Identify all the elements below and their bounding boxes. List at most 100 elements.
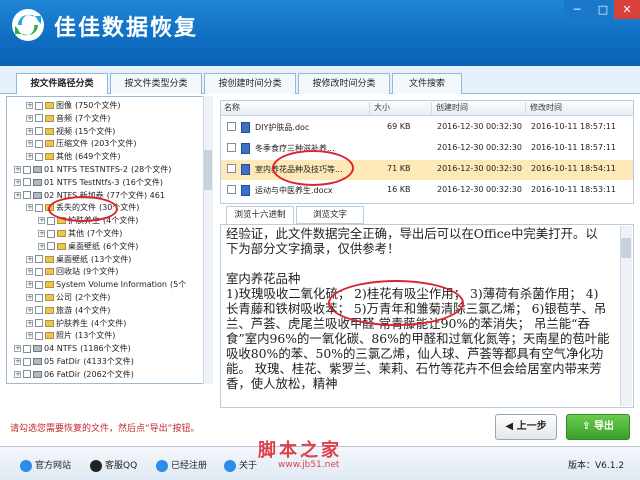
tree-checkbox[interactable] [35,127,43,136]
tree-checkbox[interactable] [35,319,43,328]
preview-scroll-thumb[interactable] [621,238,631,258]
expand-toggle-icon[interactable]: + [26,268,33,276]
tree-item[interactable]: + 桌面壁纸 (13个文件) [26,254,131,265]
tree-checkbox[interactable] [23,178,31,187]
previous-step-button[interactable]: ◀ 上一步 [495,414,557,440]
tree-item[interactable]: + 照片 (13个文件) [26,330,115,341]
expand-toggle-icon[interactable]: + [26,332,33,340]
tree-checkbox[interactable] [23,344,31,353]
column-size[interactable]: 大小 [374,102,432,116]
tree-checkbox[interactable] [47,216,55,225]
tree-checkbox[interactable] [23,165,31,174]
expand-toggle-icon[interactable]: + [26,153,33,161]
expand-toggle-icon[interactable]: + [26,204,33,212]
tree-item[interactable]: + 其他 (7个文件) [38,228,122,239]
tree-item[interactable]: +01 NTFS TestNtfs-3 (16个文件) [14,177,163,188]
tab-file-search[interactable]: 文件搜索 [392,73,462,95]
tree-item[interactable]: + 压缩文件 (203个文件) [26,138,137,149]
support-qq-link[interactable]: 客服QQ [90,458,137,472]
tree-item-label: 公司 [56,293,72,302]
file-checkbox[interactable] [227,122,236,131]
expand-toggle-icon[interactable]: + [14,345,21,353]
tree-item[interactable]: +05 FatDir (4133个文件) [14,356,134,367]
tree-checkbox[interactable] [47,242,55,251]
folder-icon [45,268,54,276]
tree-item[interactable]: + 视频 (15个文件) [26,126,115,137]
file-checkbox[interactable] [227,185,236,194]
maximize-button[interactable]: □ [590,0,616,19]
tree-checkbox[interactable] [35,101,43,110]
file-row[interactable]: DIY护肤品.doc 69 KB 2016-12-30 00:32:30 2016-1… [221,118,633,138]
file-checkbox[interactable] [227,143,236,152]
expand-toggle-icon[interactable]: + [14,370,21,378]
expand-toggle-icon[interactable]: + [26,319,33,327]
tab-preview-text[interactable]: 浏览文字 [296,206,364,224]
column-created[interactable]: 创建时间 [436,102,526,116]
expand-toggle-icon[interactable]: + [26,114,33,122]
official-site-link[interactable]: 官方网站 [20,458,71,472]
tree-item-count: (6个文件) [103,241,139,251]
tree-checkbox[interactable] [35,280,43,289]
about-link[interactable]: 关于 [224,458,257,472]
tree-checkbox[interactable] [35,331,43,340]
tree-item-label: 01 NTFS TESTNTFS-2 [44,165,128,174]
tab-by-created-time[interactable]: 按创建时间分类 [204,73,296,95]
tree-scrollbar[interactable] [203,96,213,384]
close-button[interactable]: ✕ [614,0,640,19]
tab-by-path[interactable]: 按文件路径分类 [16,73,108,95]
tree-checkbox[interactable] [23,191,31,200]
expand-toggle-icon[interactable]: + [38,217,45,225]
tree-item[interactable]: + 音频 (7个文件) [26,113,110,124]
expand-toggle-icon[interactable]: + [26,140,33,148]
expand-toggle-icon[interactable]: + [26,306,33,314]
tree-checkbox[interactable] [35,203,43,212]
tree-item-label: 图像 [56,101,72,110]
file-created: 2016-12-30 00:32:30 [437,185,522,194]
tree-checkbox[interactable] [35,139,43,148]
expand-toggle-icon[interactable]: + [38,230,45,237]
expand-toggle-icon[interactable]: + [38,242,45,250]
tree-checkbox[interactable] [35,152,43,161]
expand-toggle-icon[interactable]: + [14,166,21,173]
expand-toggle-icon[interactable]: + [14,358,21,365]
tree-checkbox[interactable] [35,267,43,276]
expand-toggle-icon[interactable]: + [26,294,33,301]
expand-toggle-icon[interactable]: + [26,127,33,135]
word-document-icon [241,164,250,175]
tab-preview-hex[interactable]: 浏览十六进制 [226,206,294,224]
tree-checkbox[interactable] [35,114,43,123]
registered-link[interactable]: 已经注册 [156,458,207,472]
tab-by-type[interactable]: 按文件类型分类 [110,73,202,95]
tree-checkbox[interactable] [35,255,43,264]
file-checkbox[interactable] [227,164,236,173]
tree-scroll-thumb[interactable] [204,150,212,190]
tree-item[interactable]: + System Volume Information (5个 [26,279,186,290]
expand-toggle-icon[interactable]: + [26,102,33,109]
tree-item[interactable]: + 图像 (750个文件) [26,100,121,111]
tree-item-label: 视频 [56,126,72,136]
column-modified[interactable]: 修改时间 [530,102,630,116]
expand-toggle-icon[interactable]: + [26,281,33,289]
tree-checkbox[interactable] [35,293,43,302]
tree-checkbox[interactable] [23,357,31,366]
expand-toggle-icon[interactable]: + [26,255,33,263]
tree-checkbox[interactable] [35,306,43,315]
expand-toggle-icon[interactable]: + [14,178,21,186]
tree-item[interactable]: + 其他 (649个文件) [26,151,121,162]
minimize-button[interactable]: ─ [564,0,590,19]
tree-item[interactable]: + 护肤养生 (4个文件) [26,318,126,329]
tree-item[interactable]: +06 FatDir (2062个文件) [14,369,134,380]
tree-item[interactable]: + 回收站 (9个文件) [26,266,118,277]
tree-item[interactable]: +04 NTFS (1186个文件) [14,343,131,354]
tree-checkbox[interactable] [23,370,31,379]
column-name[interactable]: 名称 [224,102,370,116]
tab-by-modified-time[interactable]: 按修改时间分类 [298,73,390,95]
tree-checkbox[interactable] [47,229,55,238]
tree-item[interactable]: + 旅游 (4个文件) [26,305,110,316]
export-button[interactable]: ⇪ 导出 [566,414,630,440]
expand-toggle-icon[interactable]: + [14,191,21,199]
tree-item[interactable]: +01 NTFS TESTNTFS-2 (28个文件) [14,164,171,175]
tree-item[interactable]: + 桌面壁纸 (6个文件) [38,241,138,252]
tree-item[interactable]: + 公司 (2个文件) [26,292,110,303]
file-row[interactable]: 运动与中医养生.docx 16 KB 2016-12-30 00:32:30 2016… [221,181,633,201]
